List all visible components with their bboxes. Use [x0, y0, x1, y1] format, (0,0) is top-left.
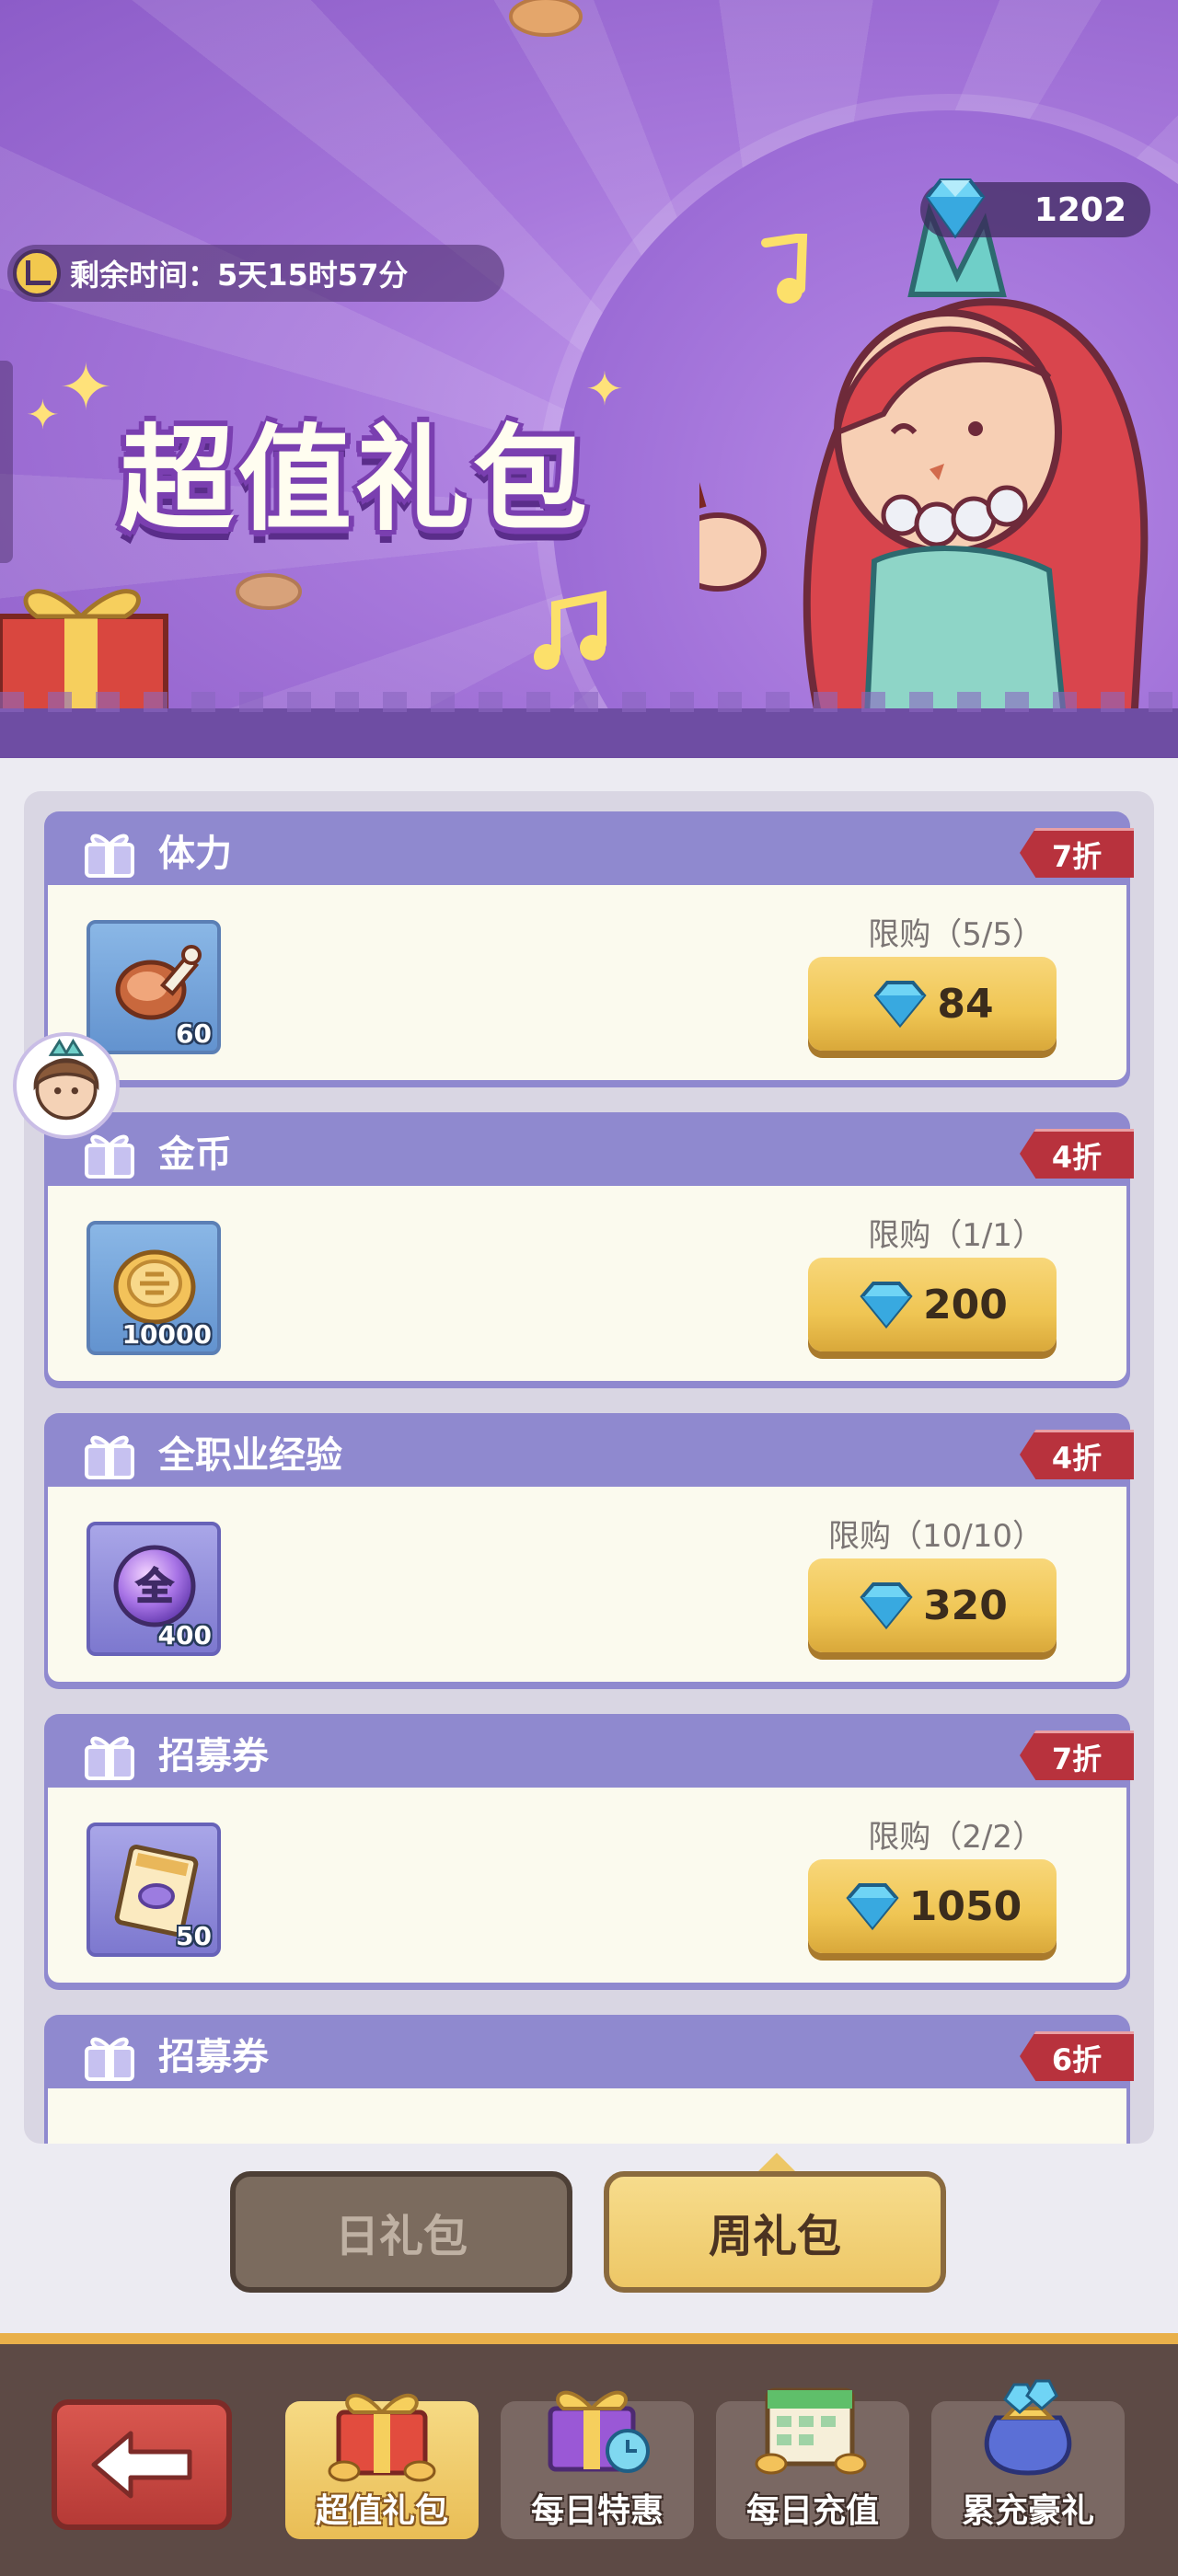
package-name: 全职业经验	[158, 1434, 342, 1477]
character-avatar-icon[interactable]	[13, 1032, 120, 1139]
hero-banner: ✦ ✦ ✦ 1202 剩余时间：5天15时57分 超值礼包	[0, 0, 1178, 758]
discount-badge: 7折	[1020, 1731, 1134, 1780]
buy-price: 1050	[908, 1882, 1022, 1930]
diamond-icon	[860, 1282, 913, 1329]
music-note-icon	[534, 590, 606, 670]
buy-button[interactable]: 200	[808, 1258, 1057, 1351]
package-name: 招募券	[158, 1735, 269, 1777]
sparkle-icon: ✦	[59, 350, 113, 425]
purchase-limit: 限购（2/2）	[868, 1819, 1044, 1856]
package-body: 全 400 限购（10/10） 320	[48, 1487, 1126, 1682]
tab-weekly-package[interactable]: 周礼包	[604, 2171, 946, 2293]
discount-badge: 6折	[1020, 2031, 1134, 2081]
discount-badge: 7折	[1020, 828, 1134, 878]
item-quantity: 60	[176, 1018, 212, 1049]
gem-balance: 1202	[920, 178, 1150, 239]
package-card: 招募券 6折	[44, 2015, 1134, 2144]
gift-icon	[85, 2037, 134, 2081]
package-card: 金币 4折 10000 限购（1/1） 200	[44, 1112, 1134, 1388]
nav-item-label: 累充豪礼	[961, 2492, 1094, 2530]
diamond-icon	[873, 981, 927, 1029]
package-body: 50 限购（2/2） 1050	[48, 1788, 1126, 1983]
mermaid-character-illustration	[699, 202, 1149, 754]
tab-selected-pointer	[756, 2153, 797, 2173]
gift-box-icon	[328, 2393, 436, 2482]
discount-badge: 4折	[1020, 1430, 1134, 1479]
diamond-icon	[925, 178, 986, 239]
nav-item-label: 每日特惠	[530, 2492, 664, 2530]
calendar-coins-icon	[755, 2387, 867, 2475]
sparkle-icon: ✦	[585, 362, 624, 416]
remaining-time-text: 剩余时间：5天15时57分	[70, 258, 409, 293]
diamond-icon	[846, 1883, 899, 1931]
nav-item-daily-recharge[interactable]: 每日充值	[716, 2387, 909, 2539]
nav-item-cumulative-recharge[interactable]: 累充豪礼	[931, 2379, 1125, 2539]
purchase-limit: 限购（1/1）	[868, 1217, 1044, 1254]
package-list[interactable]: 体力 7折 60 限购（5/5） 84 金币 4折 10000 限购（1/1） …	[24, 791, 1154, 2144]
exp-orb-label: 全	[135, 1566, 174, 1608]
buy-price: 200	[923, 1281, 1008, 1328]
tab-daily-package[interactable]: 日礼包	[230, 2171, 572, 2293]
nav-item-label: 每日充值	[745, 2492, 879, 2530]
gift-clock-icon	[548, 2390, 650, 2473]
package-name: 招募券	[158, 2036, 269, 2078]
package-card: 体力 7折 60 限购（5/5） 84	[44, 811, 1134, 1087]
gem-bag-icon	[984, 2379, 1072, 2476]
gift-icon	[85, 1435, 134, 1479]
buy-button[interactable]: 320	[808, 1558, 1057, 1652]
package-header: 金币 4折	[48, 1116, 1134, 1186]
package-header: 全职业经验 4折	[48, 1417, 1134, 1487]
item-slot[interactable]: 全 400	[87, 1522, 221, 1656]
floating-coin-icon	[236, 573, 302, 610]
item-slot[interactable]: 50	[87, 1823, 221, 1957]
item-quantity: 50	[176, 1921, 212, 1951]
discount-badge: 4折	[1020, 1129, 1134, 1179]
nav-item-daily-deal[interactable]: 每日特惠	[501, 2390, 694, 2539]
buy-button[interactable]: 84	[808, 957, 1057, 1051]
package-header: 体力 7折	[48, 815, 1134, 885]
purchase-limit: 限购（10/10）	[828, 1518, 1044, 1555]
purchase-limit: 限购（5/5）	[868, 916, 1044, 953]
item-slot[interactable]: 60	[87, 920, 221, 1054]
package-header: 招募券 6折	[48, 2018, 1134, 2088]
gift-icon	[85, 834, 134, 878]
buy-price: 84	[937, 980, 994, 1028]
package-card: 招募券 7折 50 限购（2/2） 1050	[44, 1714, 1134, 1990]
item-quantity: 10000	[121, 1319, 212, 1350]
package-card: 全职业经验 4折 全 400 限购（10/10） 320	[44, 1413, 1134, 1689]
gift-icon	[85, 1134, 134, 1179]
bottom-navigation: 超值礼包 每日特惠 每日充值 累充豪礼	[0, 2333, 1178, 2576]
package-name: 体力	[158, 833, 232, 875]
nav-item-label: 超值礼包	[315, 2492, 448, 2530]
arrow-left-icon	[91, 2431, 192, 2499]
nav-item-value-package[interactable]: 超值礼包	[285, 2393, 479, 2539]
package-body	[48, 2088, 1126, 2144]
side-drawer-handle[interactable]	[0, 361, 13, 563]
package-header: 招募券 7折	[48, 1718, 1134, 1788]
gem-balance-value: 1202	[1034, 190, 1126, 229]
item-slot[interactable]: 10000	[87, 1221, 221, 1355]
item-quantity: 400	[157, 1620, 212, 1650]
package-body: 60 限购（5/5） 84	[48, 885, 1126, 1080]
remaining-time: 剩余时间：5天15时57分	[7, 245, 504, 302]
diamond-icon	[860, 1582, 913, 1630]
sparkle-icon: ✦	[26, 392, 60, 439]
package-body: 10000 限购（1/1） 200	[48, 1186, 1126, 1381]
buy-button[interactable]: 1050	[808, 1859, 1057, 1953]
floating-coin-icon	[509, 0, 583, 37]
back-button[interactable]	[52, 2399, 232, 2530]
buy-price: 320	[923, 1581, 1008, 1629]
banner-divider	[0, 708, 1178, 758]
page-title: 超值礼包	[120, 414, 592, 546]
package-name: 金币	[158, 1133, 232, 1176]
gift-icon	[85, 1736, 134, 1780]
clock-icon	[13, 249, 61, 297]
